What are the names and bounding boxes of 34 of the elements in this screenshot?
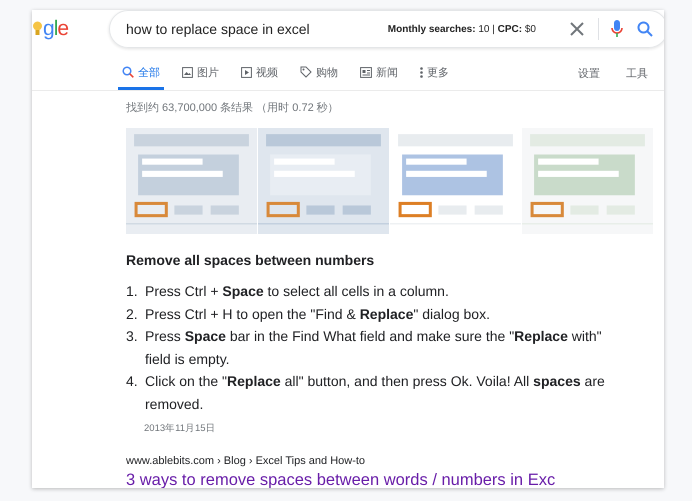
tool-link[interactable]: 设置 (578, 66, 600, 81)
tab[interactable]: 全部 (118, 57, 164, 90)
step-number: 3. (126, 327, 139, 346)
image-icon (182, 66, 193, 78)
step-text: Press Ctrl + H to open the "Find & Replace" dialog box. (145, 304, 491, 324)
microphone-icon[interactable] (611, 20, 623, 38)
tag-icon (300, 66, 312, 78)
tab[interactable]: 图片 (178, 57, 223, 90)
tab[interactable]: 新闻 (356, 57, 402, 90)
search-query: how to replace space in excel (126, 21, 311, 37)
step-text: Press Ctrl + Space to select all cells in a column. (145, 282, 450, 301)
step-text: Press Space bar in the Find What field and make sure the "Replace with" field is empty. (145, 327, 603, 369)
newspaper-icon (360, 66, 372, 78)
result-stats: 找到约 63,700,000 条结果 （用时 0.72 秒） (126, 101, 340, 115)
tab[interactable]: 视频 (237, 57, 282, 90)
step-number: 4. (126, 372, 139, 391)
play-icon (241, 66, 252, 78)
close-icon[interactable] (570, 22, 584, 36)
search-stats: Monthly searches: 10 | CPC: $0 (388, 24, 536, 34)
search-icon (122, 66, 134, 78)
step-number: 2. (126, 304, 139, 324)
logo-text: gle (43, 17, 68, 41)
breadcrumb[interactable]: www.ablebits.com › Blog › Excel Tips and How-to (126, 455, 656, 467)
search-icon[interactable] (637, 21, 653, 37)
search-field[interactable]: how to replace space in excel Monthly searches: 10 | CPC: $0 (109, 10, 664, 48)
step-text: Click on the "Replace all" button, and then press Ok. Voila! All spaces are removed. (145, 372, 606, 414)
lightbulb-icon (33, 21, 42, 37)
more-icon (420, 66, 423, 78)
snippet-title: Remove all spaces between numbers (126, 252, 376, 268)
tab[interactable]: 购物 (296, 57, 342, 90)
tool-link[interactable]: 工具 (626, 66, 648, 81)
tab[interactable]: 更多 (416, 57, 453, 90)
date: 2013年11月15日 (144, 422, 217, 435)
step-number: 1. (126, 282, 139, 301)
